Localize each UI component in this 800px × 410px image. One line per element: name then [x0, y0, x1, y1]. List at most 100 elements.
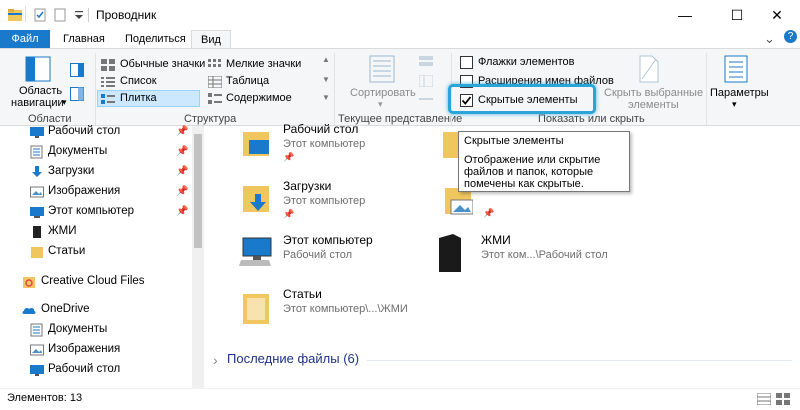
nav-item-label: Этот компьютер	[48, 205, 134, 217]
nav-item-articles[interactable]: Статьи	[0, 242, 192, 262]
details-pane-icon[interactable]	[70, 87, 84, 101]
nav-item-label: Документы	[48, 145, 108, 157]
sort-by-button[interactable]: Сортировать	[350, 87, 416, 99]
group-by-icon[interactable]	[419, 56, 433, 68]
options-button[interactable]: Параметры	[710, 87, 769, 99]
nav-pane-dropdown-icon[interactable]: ▾	[62, 97, 67, 108]
pin-icon[interactable]: 📌	[176, 166, 188, 177]
item-checkboxes-checkbox[interactable]	[460, 56, 473, 69]
large-icons-toggle-icon[interactable]	[776, 393, 790, 405]
size-columns-icon[interactable]	[419, 93, 433, 105]
nav-item-creative-cloud[interactable]: Creative Cloud Files	[0, 272, 192, 292]
recent-files-header[interactable]: Последние файлы (6)	[227, 351, 359, 366]
details-view-toggle-icon[interactable]	[757, 393, 771, 405]
ribbon-collapse-chevron-icon[interactable]: ⌄	[764, 31, 775, 47]
tile-articles[interactable]: Статьи Этот компьютер\...\ЖМИ	[235, 286, 435, 328]
pictures-icon	[30, 344, 44, 356]
tooltip-title: Скрытые элементы	[464, 135, 564, 147]
desktop-folder-icon	[243, 132, 269, 156]
pin-icon: 📌	[483, 208, 495, 218]
nav-item-label: Creative Cloud Files	[41, 275, 145, 287]
layout-medium-icons[interactable]: Обычные значки	[120, 58, 205, 70]
tooltip-body-line2: файлов и папок, которые	[464, 166, 594, 178]
layout-scroll-up-icon[interactable]: ▲	[322, 55, 330, 64]
desktop-icon	[30, 365, 44, 376]
desktop-icon	[30, 127, 44, 138]
layout-list[interactable]: Список	[120, 75, 157, 87]
nav-scrollbar-thumb[interactable]	[194, 134, 202, 248]
preview-pane-icon[interactable]	[70, 63, 84, 77]
minimize-button[interactable]: —	[662, 0, 708, 30]
options-icon[interactable]	[723, 55, 749, 83]
folder-icon	[31, 247, 43, 258]
pin-icon: 📌	[283, 209, 295, 219]
tile-zhmi[interactable]: ЖМИ Этот ком...\Рабочий стол	[439, 232, 641, 274]
hide-selected-icon[interactable]	[638, 55, 660, 83]
nav-item-onedrive-documents[interactable]: Документы	[0, 320, 192, 340]
hidden-items-highlight	[448, 84, 596, 114]
group-layout: Обычные значки Список Плитка Мелкие знач…	[96, 49, 334, 127]
downloads-folder-icon	[243, 186, 269, 212]
close-button[interactable]: ✕	[754, 0, 800, 30]
tab-share[interactable]: Поделиться	[115, 30, 196, 48]
pin-icon[interactable]: 📌	[176, 206, 188, 217]
quick-access-dropdown-icon[interactable]	[72, 8, 86, 22]
tile-title: ЖМИ	[481, 233, 511, 247]
pin-icon[interactable]: 📌	[176, 126, 188, 137]
nav-item-onedrive-desktop[interactable]: Рабочий стол	[0, 360, 192, 380]
layout-tiles[interactable]: Плитка	[120, 92, 157, 104]
tile-desktop[interactable]: Рабочий стол Этот компьютер 📌	[235, 122, 435, 168]
nav-scrollbar[interactable]	[192, 126, 204, 388]
nav-item-documents[interactable]: Документы 📌	[0, 142, 192, 162]
properties-icon[interactable]	[33, 8, 47, 22]
downloads-icon	[32, 166, 42, 177]
nav-item-onedrive[interactable]: OneDrive	[0, 300, 192, 320]
status-bar: Элементов: 13	[0, 388, 800, 410]
nav-item-label: Изображения	[48, 343, 121, 355]
tile-title: Загрузки	[283, 179, 332, 193]
tile-this-pc[interactable]: Этот компьютер Рабочий стол	[235, 232, 435, 274]
tab-home[interactable]: Главная	[53, 30, 115, 48]
layout-content[interactable]: Содержимое	[226, 92, 292, 104]
tile-downloads[interactable]: Загрузки Этот компьютер 📌	[235, 178, 435, 220]
layout-expand-icon[interactable]: ▼	[322, 93, 330, 102]
tile-subtitle: Этот компьютер\...\ЖМИ	[283, 303, 408, 315]
layout-scroll-down-icon[interactable]: ▼	[322, 75, 330, 84]
nav-item-desktop[interactable]: Рабочий стол 📌	[0, 122, 192, 142]
hide-selected-line1[interactable]: Скрыть выбранные	[604, 87, 703, 99]
pictures-icon	[30, 186, 44, 198]
tile-title: Статьи	[283, 287, 322, 301]
pin-icon[interactable]: 📌	[176, 146, 188, 157]
nav-item-pictures[interactable]: Изображения 📌	[0, 182, 192, 202]
details-view-icon	[208, 76, 222, 88]
new-folder-icon[interactable]	[53, 8, 67, 22]
nav-item-onedrive-pictures[interactable]: Изображения	[0, 340, 192, 360]
options-dropdown-icon[interactable]: ▾	[732, 99, 737, 110]
ribbon-tabs: Файл Главная Поделиться Вид ⌄ ?	[0, 30, 800, 48]
nav-item-this-pc[interactable]: Этот компьютер 📌	[0, 202, 192, 222]
window-title: Проводник	[96, 8, 157, 22]
tab-view[interactable]: Вид	[191, 30, 231, 48]
tab-file[interactable]: Файл	[0, 30, 50, 48]
hide-selected-line2[interactable]: элементы	[628, 99, 679, 111]
add-columns-icon[interactable]	[419, 75, 433, 87]
pin-icon: 📌	[283, 152, 295, 162]
expand-recent-icon[interactable]: ›	[213, 352, 218, 368]
nav-item-label: Загрузки	[48, 165, 95, 177]
layout-small-icons[interactable]: Мелкие значки	[226, 58, 301, 70]
tile-subtitle: Этот компьютер	[283, 195, 366, 207]
nav-pane-label-line2[interactable]: навигации	[11, 97, 64, 109]
help-icon[interactable]: ?	[784, 30, 797, 43]
tile-title: Этот компьютер	[283, 233, 373, 247]
nav-item-zhmi[interactable]: ЖМИ	[0, 222, 192, 242]
sort-by-icon[interactable]	[369, 55, 395, 83]
items-count: Элементов: 13	[7, 392, 83, 404]
navigation-pane-icon[interactable]	[25, 56, 51, 82]
tooltip-hidden-items: Скрытые элементы Отображение или скрытие…	[458, 131, 630, 192]
computer-icon	[239, 237, 272, 266]
sort-dropdown-icon[interactable]: ▾	[378, 99, 383, 110]
pin-icon[interactable]: 📌	[176, 186, 188, 197]
nav-item-downloads[interactable]: Загрузки 📌	[0, 162, 192, 182]
layout-details[interactable]: Таблица	[226, 75, 269, 87]
folder-dark-icon	[33, 226, 41, 238]
